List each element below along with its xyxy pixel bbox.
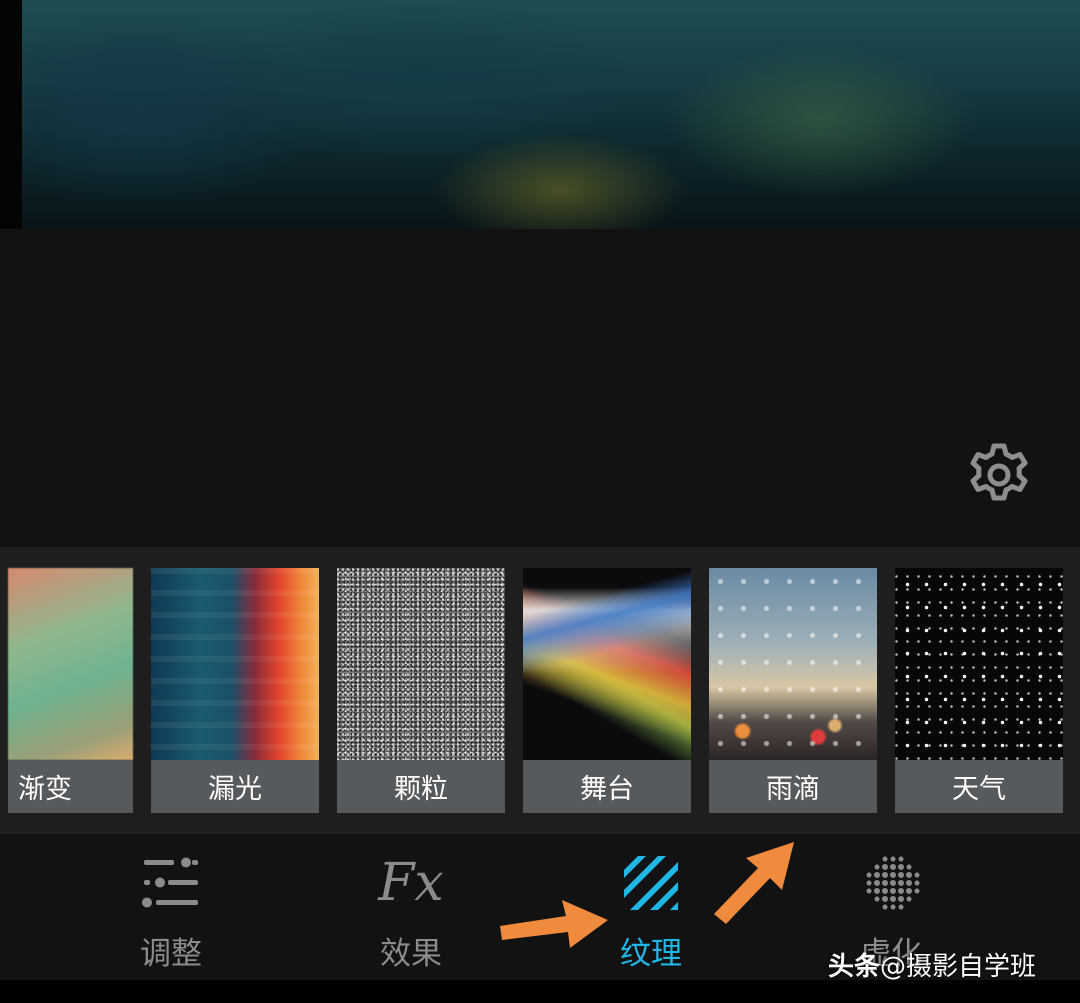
texture-tile-light-leak[interactable]: 漏光 bbox=[151, 568, 319, 813]
texture-tile-grain[interactable]: 颗粒 bbox=[337, 568, 505, 813]
watermark-text: @摄影自学班 bbox=[880, 952, 1037, 982]
system-bottom-bar bbox=[0, 980, 1080, 1003]
photo-preview bbox=[0, 0, 1080, 229]
texture-tile-weather[interactable]: 天气 bbox=[895, 568, 1063, 813]
texture-thumb bbox=[523, 568, 691, 760]
gear-icon[interactable] bbox=[964, 440, 1034, 510]
texture-label: 漏光 bbox=[151, 760, 319, 813]
texture-stripes-icon bbox=[616, 852, 686, 914]
fx-glyph: Fx bbox=[378, 853, 444, 913]
nav-tab-adjust[interactable]: 调整 bbox=[101, 834, 241, 979]
texture-label: 雨滴 bbox=[709, 760, 877, 813]
texture-tile-raindrops[interactable]: 雨滴 bbox=[709, 568, 877, 813]
nav-label: 效果 bbox=[380, 936, 442, 972]
texture-label: 渐变 bbox=[8, 760, 133, 813]
texture-thumb bbox=[8, 568, 133, 760]
dot-grid-icon bbox=[856, 852, 926, 914]
texture-thumb bbox=[709, 568, 877, 760]
texture-tile-stage[interactable]: 舞台 bbox=[523, 568, 691, 813]
preview-edge bbox=[0, 0, 22, 229]
nav-tab-effects[interactable]: Fx 效果 bbox=[341, 834, 481, 979]
fx-icon: Fx bbox=[376, 852, 446, 914]
texture-thumb bbox=[337, 568, 505, 760]
texture-tile-gradient[interactable]: 渐变 bbox=[8, 568, 133, 813]
texture-thumb bbox=[151, 568, 319, 760]
texture-label: 天气 bbox=[895, 760, 1063, 813]
annotation-arrow-right bbox=[500, 900, 608, 948]
texture-strip: 渐变 漏光 颗粒 舞台 雨滴 天气 bbox=[0, 547, 1080, 834]
nav-label: 调整 bbox=[140, 936, 202, 972]
watermark-brand: 头条 bbox=[828, 952, 881, 982]
sliders-icon bbox=[136, 852, 206, 914]
texture-label: 颗粒 bbox=[337, 760, 505, 813]
watermark: 头条@摄影自学班 bbox=[828, 946, 1036, 983]
texture-label: 舞台 bbox=[523, 760, 691, 813]
texture-thumb bbox=[895, 568, 1063, 760]
texture-editor-screen: 渐变 漏光 颗粒 舞台 雨滴 天气 调整 Fx 效果 纹理 虚化 头条@摄影自学… bbox=[0, 0, 1080, 1003]
annotation-arrow-up-right bbox=[714, 842, 794, 924]
